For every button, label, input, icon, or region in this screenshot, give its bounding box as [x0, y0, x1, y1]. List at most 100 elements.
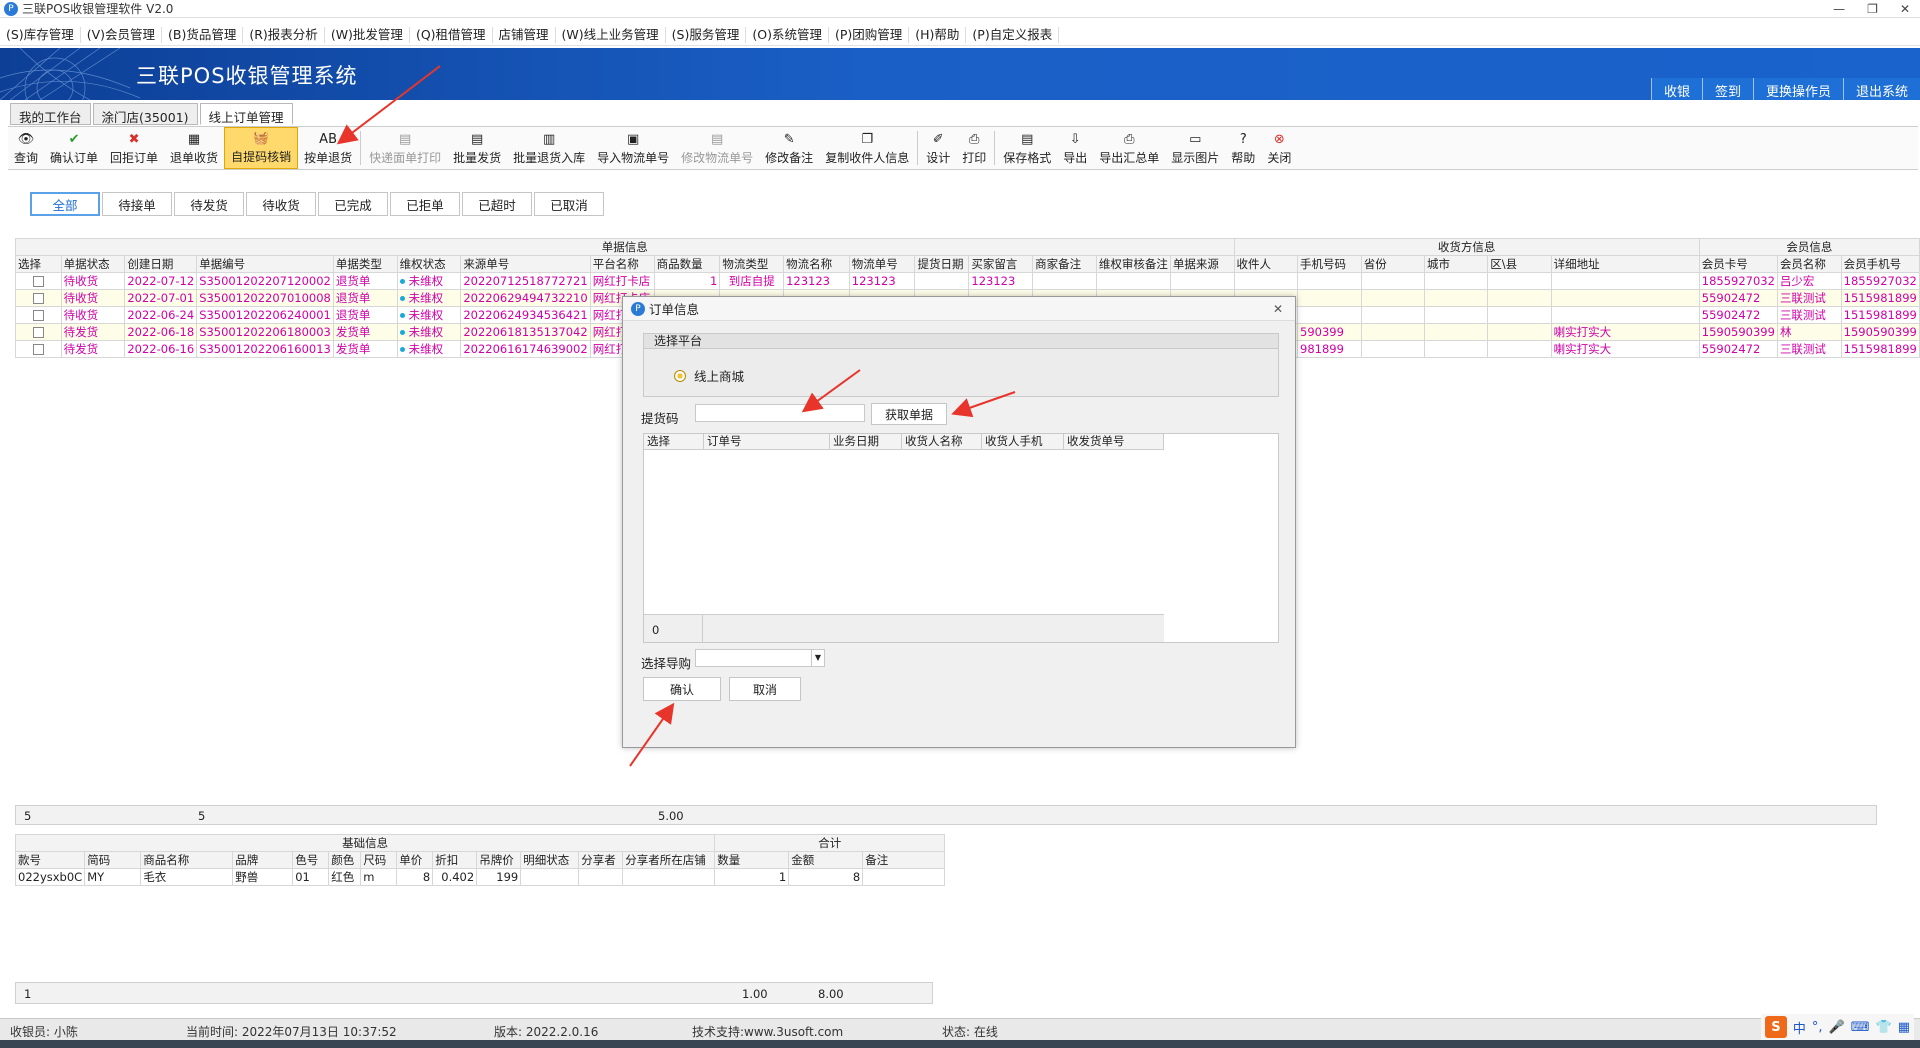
detail-column-header[interactable]: 明细状态	[520, 851, 580, 869]
grid-column-header[interactable]: 平台名称	[589, 255, 655, 273]
toolbar-batch-ship-button[interactable]: ▤ 批量发货	[447, 127, 507, 169]
keyboard-icon[interactable]: ⌨	[1851, 1020, 1870, 1035]
checkbox-icon[interactable]	[32, 276, 44, 287]
grid-column-header[interactable]: 买家留言	[968, 255, 1034, 273]
grid-column-header[interactable]: 创建日期	[124, 255, 198, 273]
menu-item-5[interactable]: (Q)租借管理	[410, 26, 493, 43]
toolbar-help-button[interactable]: ? 帮助	[1225, 127, 1261, 169]
grid-column-header[interactable]: 单据编号	[196, 255, 334, 273]
detail-column-header[interactable]: 商品名称	[140, 851, 234, 869]
order-column-header[interactable]: 订单号	[704, 434, 830, 449]
menu-item-9[interactable]: (O)系统管理	[746, 26, 829, 43]
shirt-icon[interactable]: 👕	[1876, 1020, 1892, 1035]
toolbar-batch-return-button[interactable]: ▥ 批量退货入库	[507, 127, 591, 169]
detail-column-header[interactable]: 折扣	[432, 851, 478, 869]
toolbar-print-label-button[interactable]: ▤ 快递面单打印	[363, 127, 447, 169]
detail-column-header[interactable]: 数量	[714, 851, 790, 869]
menu-item-7[interactable]: (W)线上业务管理	[556, 26, 666, 43]
order-column-header[interactable]: 收发货单号	[1064, 434, 1164, 449]
toolbar-receive-button[interactable]: ▦ 退单收货	[164, 127, 224, 169]
menu-item-6[interactable]: 店铺管理	[493, 26, 556, 43]
tab-store[interactable]: 涂门店(35001)	[92, 103, 198, 125]
grid-icon[interactable]: ▦	[1898, 1020, 1910, 1035]
row-checkbox[interactable]	[15, 306, 62, 324]
fetch-order-button[interactable]: 获取单据	[871, 403, 947, 425]
ime-lang[interactable]: 中	[1793, 1018, 1806, 1037]
detail-column-header[interactable]: 颜色	[328, 851, 362, 869]
menu-item-2[interactable]: (B)货品管理	[162, 26, 244, 43]
toolbar-picture-button[interactable]: ▭ 显示图片	[1165, 127, 1225, 169]
chevron-down-icon[interactable]: ▼	[811, 649, 825, 667]
toolbar-design-button[interactable]: ✐ 设计	[920, 127, 956, 169]
detail-column-header[interactable]: 分享者所在店铺	[622, 851, 716, 869]
grid-column-header[interactable]: 物流类型	[719, 255, 785, 273]
grid-column-header[interactable]: 提货日期	[914, 255, 970, 273]
filter-2[interactable]: 待发货	[174, 192, 244, 216]
nav-sign-in[interactable]: 签到	[1701, 78, 1753, 100]
grid-column-header[interactable]: 单据来源	[1169, 255, 1235, 273]
menu-item-10[interactable]: (P)团购管理	[829, 26, 910, 43]
grid-column-header[interactable]: 物流单号	[848, 255, 916, 273]
cancel-button[interactable]: 取消	[729, 677, 801, 701]
menu-item-3[interactable]: (R)报表分析	[243, 26, 325, 43]
row-checkbox[interactable]	[15, 272, 62, 290]
filter-3[interactable]: 待收货	[246, 192, 316, 216]
checkbox-icon[interactable]	[32, 327, 44, 338]
row-checkbox[interactable]	[15, 323, 62, 341]
grid-column-header[interactable]: 商家备注	[1032, 255, 1097, 273]
toolbar-edit-logistics-button[interactable]: ▤ 修改物流单号	[675, 127, 759, 169]
menu-item-8[interactable]: (S)服务管理	[666, 26, 747, 43]
restore-icon[interactable]: ❐	[1867, 2, 1878, 16]
grid-column-header[interactable]: 区\县	[1487, 255, 1552, 273]
detail-column-header[interactable]: 品牌	[232, 851, 294, 869]
menu-item-11[interactable]: (H)帮助	[909, 26, 967, 43]
grid-column-header[interactable]: 单据类型	[332, 255, 398, 273]
table-row[interactable]: 待收货 2022-07-12 S35001202207120002 退货单 未维权 202…	[15, 272, 1920, 290]
tab-workbench[interactable]: 我的工作台	[10, 103, 91, 125]
checkbox-icon[interactable]	[32, 344, 44, 355]
detail-column-header[interactable]: 单价	[396, 851, 434, 869]
detail-column-header[interactable]: 分享者	[578, 851, 624, 869]
menu-item-0[interactable]: (S)库存管理	[0, 26, 81, 43]
dialog-close-icon[interactable]: ✕	[1273, 302, 1283, 316]
toolbar-ab-button[interactable]: AB 按单退货	[298, 127, 358, 169]
grid-column-header[interactable]: 手机号码	[1297, 255, 1362, 273]
grid-column-header[interactable]: 详细地址	[1550, 255, 1700, 273]
filter-5[interactable]: 已拒单	[390, 192, 460, 216]
guide-select[interactable]	[695, 649, 813, 667]
detail-column-header[interactable]: 金额	[788, 851, 864, 869]
toolbar-print-button[interactable]: ⎙ 打印	[956, 127, 992, 169]
platform-radio[interactable]: 线上商城	[674, 366, 744, 385]
grid-column-header[interactable]: 选择	[15, 255, 62, 273]
detail-column-header[interactable]: 款号	[14, 851, 86, 869]
toolbar-edit-note-button[interactable]: ✎ 修改备注	[759, 127, 819, 169]
toolbar-copy-button[interactable]: ❐ 复制收件人信息	[819, 127, 915, 169]
detail-column-header[interactable]: 色号	[292, 851, 330, 869]
toolbar-import-button[interactable]: ▣ 导入物流单号	[591, 127, 675, 169]
grid-column-header[interactable]: 单据状态	[60, 255, 126, 273]
grid-column-header[interactable]: 会员手机号	[1840, 255, 1920, 273]
order-column-header[interactable]: 业务日期	[830, 434, 902, 449]
mic-icon[interactable]: 🎤	[1829, 1020, 1845, 1035]
filter-6[interactable]: 已超时	[462, 192, 532, 216]
pickup-code-input[interactable]	[695, 404, 865, 422]
grid-column-header[interactable]: 省份	[1360, 255, 1426, 273]
order-column-header[interactable]: 收货人名称	[902, 434, 982, 449]
detail-column-header[interactable]: 备注	[862, 851, 946, 869]
grid-column-header[interactable]: 会员卡号	[1698, 255, 1778, 273]
filter-7[interactable]: 已取消	[534, 192, 604, 216]
order-column-header[interactable]: 选择	[644, 434, 704, 449]
detail-column-header[interactable]: 尺码	[360, 851, 398, 869]
sogou-icon[interactable]: S	[1764, 1016, 1787, 1038]
row-checkbox[interactable]	[15, 289, 62, 307]
menu-item-4[interactable]: (W)批发管理	[325, 26, 410, 43]
grid-column-header[interactable]: 城市	[1423, 255, 1489, 273]
nav-change-operator[interactable]: 更换操作员	[1752, 78, 1843, 100]
detail-column-header[interactable]: 吊牌价	[476, 851, 522, 869]
minimize-icon[interactable]: —	[1833, 2, 1845, 16]
toolbar-basket-button[interactable]: 🧺 自提码核销	[224, 127, 299, 169]
confirm-button[interactable]: 确认	[643, 677, 721, 701]
grid-column-header[interactable]: 来源单号	[460, 255, 591, 273]
close-window-icon[interactable]: ✕	[1900, 2, 1910, 16]
grid-column-header[interactable]: 收件人	[1233, 255, 1299, 273]
